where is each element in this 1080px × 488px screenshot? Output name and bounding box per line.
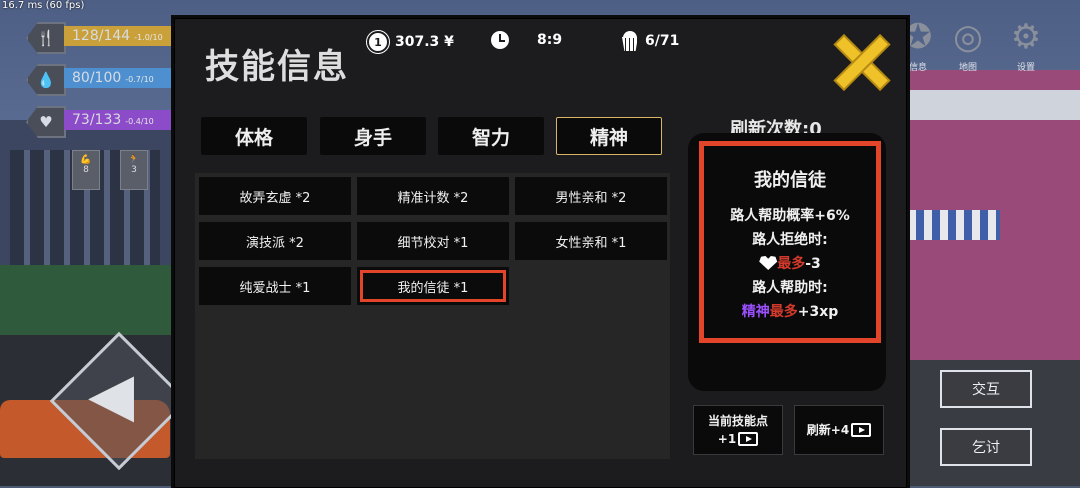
- hunger-bar: 128/144 -1.0/10: [64, 26, 174, 46]
- left-arrow-icon[interactable]: ◀: [88, 360, 134, 430]
- skill-points-label: 当前技能点: [707, 414, 768, 428]
- skill-detail: 我的信徒 路人帮助概率+6% 路人拒绝时: 最多-3 路人帮助时: 精神最多+3…: [699, 141, 881, 343]
- refresh-label: 刷新+4: [806, 423, 850, 437]
- health-value: 73/133: [72, 112, 122, 128]
- running-icon: 🏃: [128, 155, 140, 165]
- strength-value: 8: [83, 165, 89, 175]
- time-value: 8:9: [537, 32, 563, 48]
- spirit-label: 精神: [741, 304, 770, 320]
- skill-item[interactable]: 女性亲和 *1: [515, 222, 667, 260]
- skill-detail-line: 精神最多+3xp: [704, 300, 876, 324]
- panel-title: 技能信息: [205, 47, 349, 87]
- refresh-button[interactable]: 刷新+4: [794, 405, 884, 455]
- popcorn-icon: [621, 31, 639, 51]
- xp-value: +3xp: [797, 304, 839, 320]
- tab-physique[interactable]: 体格: [201, 117, 307, 155]
- tab-spirit[interactable]: 精神: [556, 117, 662, 155]
- thirst-bar: 80/100 -0.7/10: [64, 68, 174, 88]
- muscle-icon: 💪: [80, 155, 92, 165]
- skill-detail-line: 路人拒绝时:: [752, 232, 828, 248]
- skill-points-value: +1: [717, 432, 737, 446]
- heart-pulse-icon: [759, 256, 778, 270]
- time-display: 8:9: [491, 31, 562, 49]
- money-value: 307.3 ¥: [395, 34, 454, 50]
- thirst-rate: -0.7/10: [125, 75, 154, 84]
- agility-value: 3: [131, 165, 137, 175]
- skill-item[interactable]: 故弄玄虚 *2: [199, 177, 351, 215]
- tab-agility[interactable]: 身手: [320, 117, 426, 155]
- food-display: 6/71: [621, 31, 679, 51]
- skill-detail-line: 路人帮助概率+6%: [730, 208, 850, 224]
- skill-detail-line: 路人帮助时:: [752, 280, 828, 296]
- hunger-rate: -1.0/10: [134, 33, 163, 42]
- map-icon: ◎: [953, 17, 983, 57]
- skill-item-selected[interactable]: 我的信徒 *1: [357, 267, 509, 305]
- max-label: 最多: [769, 304, 798, 320]
- strength-skill-badge: 💪 8: [72, 150, 100, 190]
- skill-detail-line: 最多-3: [704, 252, 876, 276]
- skill-item[interactable]: 精准计数 *2: [357, 177, 509, 215]
- settings-nav-label: 设置: [1016, 63, 1035, 73]
- water-drop-icon: 💧: [26, 64, 66, 96]
- food-value: 6/71: [645, 33, 680, 49]
- close-icon[interactable]: [835, 35, 889, 89]
- clock-icon: [491, 31, 509, 49]
- skill-points-button[interactable]: 当前技能点 +1: [693, 405, 783, 455]
- beg-button[interactable]: 乞讨: [940, 428, 1032, 466]
- max-label: 最多: [777, 256, 806, 272]
- map-nav[interactable]: ◎ 地图: [942, 14, 994, 73]
- thirst-stat: 💧 80/100 -0.7/10: [0, 64, 180, 96]
- health-rate: -0.4/10: [125, 117, 154, 126]
- video-ad-icon: [851, 423, 872, 437]
- hunger-stat: 🍴 128/144 -1.0/10: [0, 22, 180, 54]
- heart-pulse-icon: ♥: [26, 106, 66, 138]
- health-stat: ♥ 73/133 -0.4/10: [0, 106, 180, 138]
- skill-detail-title: 我的信徒: [754, 170, 826, 191]
- skill-item[interactable]: 细节校对 *1: [357, 222, 509, 260]
- health-bar: 73/133 -0.4/10: [64, 110, 174, 130]
- hunger-value: 128/144: [72, 28, 131, 44]
- interact-button[interactable]: 交互: [940, 370, 1032, 408]
- video-ad-icon: [738, 432, 759, 446]
- agility-skill-badge: 🏃 3: [120, 150, 148, 190]
- skill-list: [195, 173, 670, 459]
- fork-knife-icon: 🍴: [26, 22, 66, 54]
- settings-nav[interactable]: ⚙ 设置: [1000, 14, 1052, 73]
- skill-info-panel: 技能信息 1 307.3 ¥ 8:9 6/71 体格 身手 智力 精神 故弄玄虚…: [174, 18, 907, 488]
- thirst-value: 80/100: [72, 70, 122, 86]
- skill-item[interactable]: 演技派 *2: [199, 222, 351, 260]
- coin-icon: 1: [367, 31, 389, 53]
- max-value: -3: [805, 256, 821, 272]
- skill-item[interactable]: 纯爱战士 *1: [199, 267, 351, 305]
- money-display: 1 307.3 ¥: [367, 31, 454, 53]
- gear-icon: ⚙: [1010, 17, 1042, 57]
- tab-intellect[interactable]: 智力: [438, 117, 544, 155]
- fps-counter: 16.7 ms (60 fps): [2, 0, 85, 11]
- skill-item[interactable]: 男性亲和 *2: [515, 177, 667, 215]
- map-nav-label: 地图: [958, 63, 977, 73]
